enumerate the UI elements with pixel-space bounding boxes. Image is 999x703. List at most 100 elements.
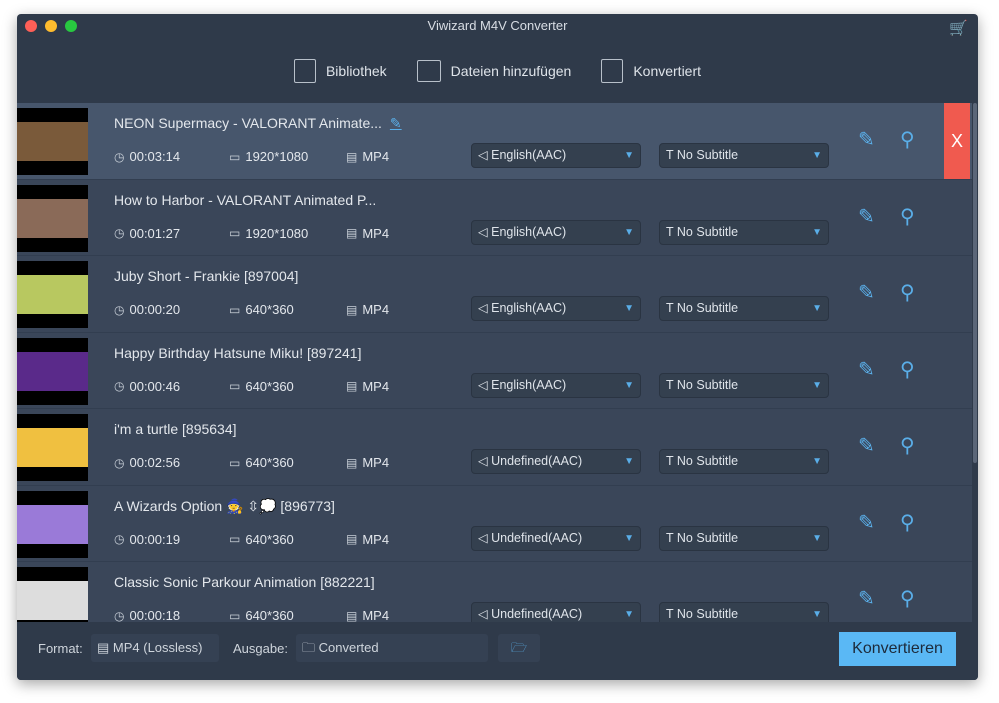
format: ▤ MP4 — [346, 531, 390, 547]
text-icon: T — [666, 607, 674, 621]
converted-label: Konvertiert — [633, 62, 702, 79]
clock-icon — [601, 58, 624, 83]
edit-icon[interactable]: ✎ — [858, 204, 875, 229]
scrollbar[interactable] — [972, 103, 978, 622]
resolution: ▭ 640*360 — [229, 608, 294, 622]
chevron-down-icon: ▼ — [624, 609, 634, 620]
monitor-icon: ▭ — [229, 608, 241, 623]
text-icon: T — [666, 148, 674, 162]
audio-track-select[interactable]: ◁ English(AAC) ▼ — [471, 143, 641, 168]
video-row[interactable]: Juby Short - Frankie [897004] ◷ 00:00:20 … — [17, 256, 972, 333]
window-title: Viwizard M4V Converter — [427, 18, 568, 33]
search-icon[interactable]: ⚲ — [900, 204, 915, 229]
add-files-button[interactable]: Dateien hinzufügen — [416, 59, 571, 82]
monitor-icon: ▭ — [229, 379, 241, 393]
format-label: Format: — [38, 641, 83, 656]
file-icon: ▤ — [346, 455, 358, 470]
video-row[interactable]: NEON Supermacy - VALORANT Animate... ✎ ◷ 0… — [17, 103, 972, 180]
chevron-down-icon: ▼ — [812, 379, 822, 391]
chevron-down-icon: ▼ — [812, 226, 822, 238]
search-icon[interactable]: ⚲ — [900, 586, 915, 611]
monitor-icon: ▭ — [229, 302, 241, 317]
search-icon[interactable]: ⚲ — [900, 510, 915, 535]
video-row[interactable]: Happy Birthday Hatsune Miku! [897241] ◷ 0… — [17, 333, 972, 409]
subtitle-select[interactable]: T No Subtitle ▼ — [659, 372, 829, 398]
audio-track-select[interactable]: ◁ Undefined(AAC) ▼ — [471, 525, 641, 551]
format: ▤ MP4 — [346, 608, 390, 622]
delete-button[interactable]: X — [944, 103, 970, 179]
format: ▤ MP4 — [346, 149, 390, 164]
subtitle-select[interactable]: T No Subtitle ▼ — [659, 143, 829, 168]
audio-track-select[interactable]: ◁ Undefined(AAC) ▼ — [471, 449, 641, 474]
subtitle-select[interactable]: T No Subtitle ▼ — [659, 296, 829, 321]
library-icon — [293, 58, 316, 83]
speaker-icon: ◁ — [478, 301, 488, 315]
edit-icon[interactable]: ✎ — [858, 280, 875, 305]
speaker-icon: ◁ — [478, 607, 488, 621]
chevron-down-icon: ▼ — [624, 150, 634, 161]
maximize-window-button[interactable] — [65, 20, 77, 32]
video-title: Juby Short - Frankie [897004] — [114, 268, 299, 284]
output-folder-field[interactable]: 🗀 Converted — [296, 634, 488, 662]
edit-icon[interactable]: ✎ — [858, 586, 875, 611]
file-icon: ▤ — [346, 226, 358, 240]
edit-icon[interactable]: ✎ — [858, 357, 875, 382]
edit-icon[interactable]: ✎ — [858, 127, 875, 152]
minimize-window-button[interactable] — [45, 20, 57, 32]
duration: ◷ 00:03:14 — [114, 149, 181, 164]
speaker-icon: ◁ — [478, 454, 488, 468]
duration: ◷ 00:00:46 — [114, 378, 181, 394]
chevron-down-icon: ▼ — [812, 303, 822, 314]
video-row[interactable]: How to Harbor - VALORANT Animated P... ◷… — [17, 180, 972, 256]
search-icon[interactable]: ⚲ — [900, 280, 915, 305]
video-row[interactable]: i'm a turtle [895634] ◷ 00:02:56 ▭ 640*360… — [17, 409, 972, 486]
format: ▤ MP4 — [346, 455, 390, 470]
audio-track-select[interactable]: ◁ English(AAC) ▼ — [471, 372, 641, 398]
subtitle-select[interactable]: T No Subtitle ▼ — [659, 449, 829, 474]
audio-track-select[interactable]: ◁ English(AAC) ▼ — [471, 296, 641, 321]
clock-icon: ◷ — [114, 302, 125, 317]
clock-icon: ◷ — [114, 379, 125, 393]
video-list: NEON Supermacy - VALORANT Animate... ✎ ◷ 0… — [17, 103, 972, 622]
format-select[interactable]: ▤ MP4 (Lossless) — [91, 634, 219, 662]
duration: ◷ 00:01:27 — [114, 225, 181, 241]
resolution: ▭ 640*360 — [229, 531, 294, 547]
converted-button[interactable]: Konvertiert — [601, 58, 702, 83]
video-row[interactable]: A Wizards Option 🧙 ⇳💭 [896773] ◷ 00:00:19… — [17, 486, 972, 562]
format: ▤ MP4 — [346, 225, 390, 241]
resolution: ▭ 640*360 — [229, 455, 294, 470]
rename-pen-icon[interactable]: ✎ — [390, 115, 402, 131]
audio-track-select[interactable]: ◁ English(AAC) ▼ — [471, 219, 641, 245]
chevron-down-icon: ▼ — [812, 150, 822, 161]
output-value: Converted — [318, 640, 379, 655]
monitor-icon: ▭ — [229, 226, 241, 240]
video-thumbnail — [17, 337, 88, 405]
resolution: ▭ 1920*1080 — [229, 149, 309, 164]
monitor-icon: ▭ — [229, 532, 241, 546]
cart-icon[interactable]: 🛒 — [949, 17, 968, 41]
subtitle-select[interactable]: T No Subtitle ▼ — [659, 602, 829, 622]
subtitle-select[interactable]: T No Subtitle ▼ — [659, 219, 829, 245]
folder-add-icon — [416, 59, 441, 82]
edit-icon[interactable]: ✎ — [858, 510, 875, 535]
browse-folder-button[interactable]: 🗁 — [498, 634, 540, 662]
resolution: ▭ 640*360 — [229, 302, 294, 317]
format: ▤ MP4 — [346, 302, 390, 317]
search-icon[interactable]: ⚲ — [900, 127, 915, 152]
convert-button[interactable]: Konvertieren — [839, 632, 956, 666]
close-window-button[interactable] — [25, 20, 37, 32]
video-row[interactable]: Classic Sonic Parkour Animation [882221]… — [17, 562, 972, 622]
subtitle-select[interactable]: T No Subtitle ▼ — [659, 525, 829, 551]
footer: Format: ▤ MP4 (Lossless) Ausgabe: 🗀 Conv… — [17, 622, 978, 680]
clock-icon: ◷ — [114, 149, 125, 164]
duration: ◷ 00:02:56 — [114, 455, 181, 470]
video-title: How to Harbor - VALORANT Animated P... — [114, 191, 377, 208]
file-icon: ▤ — [346, 149, 358, 164]
search-icon[interactable]: ⚲ — [900, 357, 915, 382]
video-title: i'm a turtle [895634] — [114, 421, 237, 437]
library-button[interactable]: Bibliothek — [293, 58, 387, 83]
edit-icon[interactable]: ✎ — [858, 433, 875, 458]
search-icon[interactable]: ⚲ — [900, 433, 915, 458]
audio-track-select[interactable]: ◁ Undefined(AAC) ▼ — [471, 602, 641, 622]
speaker-icon: ◁ — [478, 224, 488, 239]
